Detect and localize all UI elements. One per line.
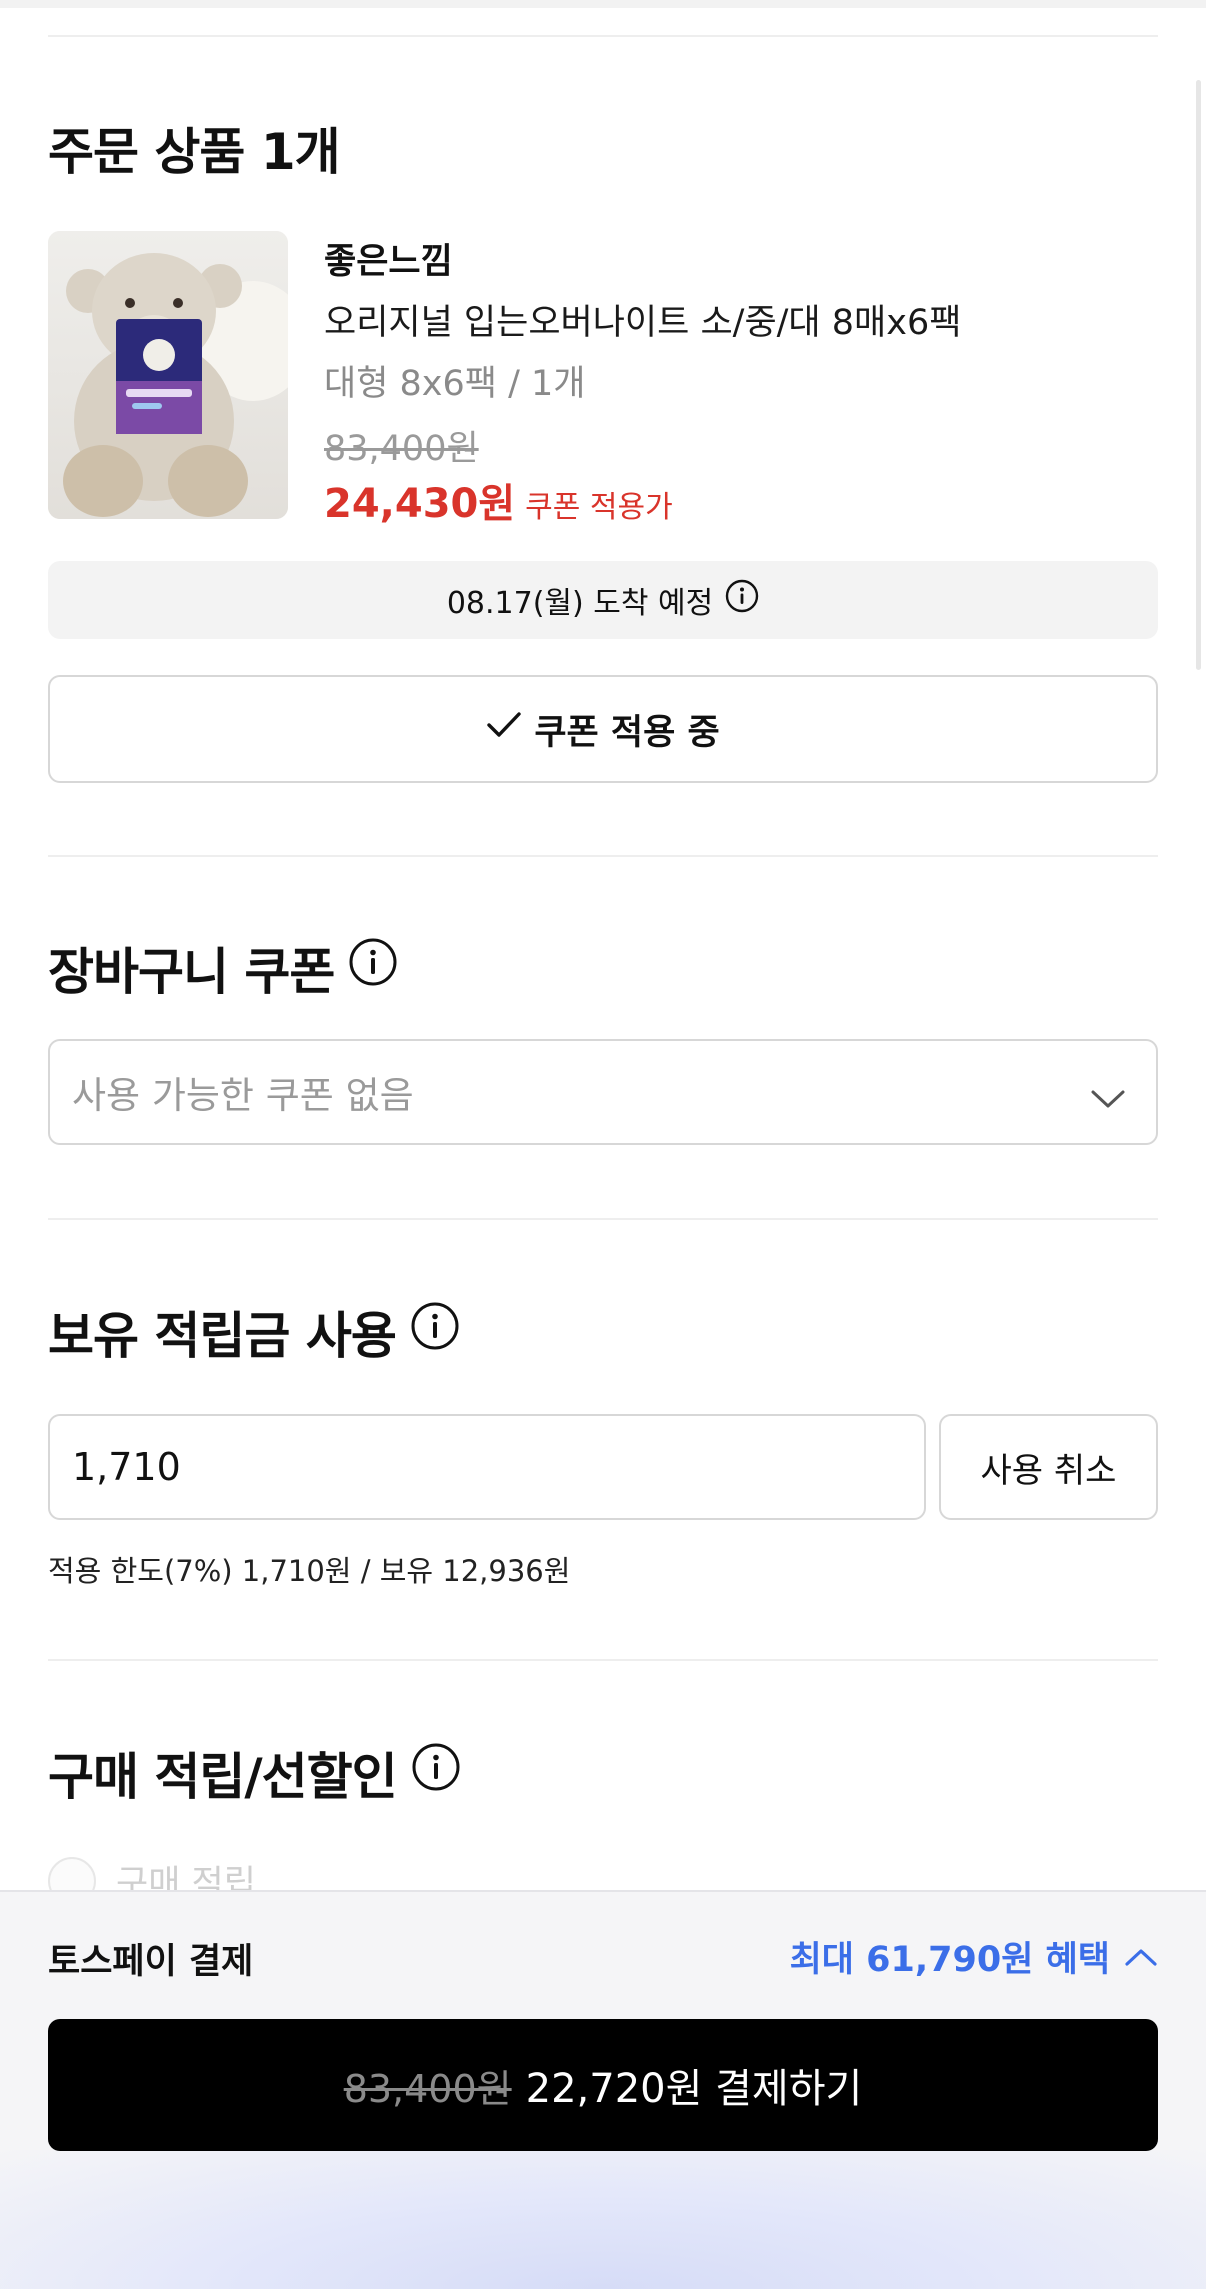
cart-coupon-select[interactable]: 사용 가능한 쿠폰 없음 <box>48 1039 1158 1145</box>
payment-method-title: 토스페이 결제 <box>48 1942 254 1982</box>
sale-price: 24,430원 <box>324 481 516 527</box>
cart-coupon-placeholder: 사용 가능한 쿠폰 없음 <box>72 1074 414 1117</box>
scrollbar[interactable] <box>1196 80 1201 670</box>
info-icon[interactable] <box>348 937 398 999</box>
chevron-down-icon <box>1090 1077 1126 1120</box>
bottom-glow <box>0 2150 1206 2289</box>
purchase-reward-title: 구매 적립/선할인 <box>48 1737 461 1809</box>
check-icon <box>486 709 522 749</box>
top-strip <box>0 0 1206 8</box>
coupon-applied-button[interactable]: 쿠폰 적용 중 <box>48 675 1158 783</box>
purchase-reward-title-text: 구매 적립/선할인 <box>48 1748 398 1806</box>
product-name: 오리지널 입는오버나이트 소/중/대 8매x6팩 <box>324 303 962 343</box>
original-price: 83,400원 <box>324 429 479 469</box>
cart-coupon-title: 장바구니 쿠폰 <box>48 932 398 1004</box>
divider <box>48 1218 1158 1220</box>
points-input[interactable]: 1,710 <box>48 1414 926 1520</box>
benefit-text: 최대 61,790원 혜택 <box>789 1940 1110 1980</box>
sale-price-note: 쿠폰 적용가 <box>525 490 673 525</box>
chevron-up-icon <box>1124 1937 1158 1977</box>
points-title: 보유 적립금 사용 <box>48 1296 460 1368</box>
delivery-text: 08.17(월) 도착 예정 <box>446 586 714 621</box>
info-icon[interactable] <box>411 1742 461 1804</box>
teddy-bear-product-photo <box>48 231 288 519</box>
divider <box>48 35 1158 37</box>
pay-button[interactable]: 83,400원 22,720원 결제하기 <box>48 2019 1158 2151</box>
info-icon[interactable] <box>410 1301 460 1363</box>
points-title-text: 보유 적립금 사용 <box>48 1307 397 1365</box>
product-image <box>48 231 288 519</box>
points-input-value: 1,710 <box>72 1445 181 1489</box>
points-cancel-label: 사용 취소 <box>980 1450 1117 1491</box>
product-option: 대형 8x6팩 / 1개 <box>324 364 586 404</box>
cart-coupon-title-text: 장바구니 쿠폰 <box>48 943 335 1001</box>
coupon-applied-label: 쿠폰 적용 중 <box>534 712 720 753</box>
info-icon[interactable] <box>725 579 759 621</box>
benefit-toggle[interactable]: 최대 61,790원 혜택 <box>790 1931 1158 1982</box>
delivery-estimate: 08.17(월) 도착 예정 <box>48 561 1158 639</box>
sale-price-row: 24,430원 쿠폰 적용가 <box>324 471 673 529</box>
divider <box>48 855 1158 857</box>
order-section-title: 주문 상품 1개 <box>48 123 341 181</box>
pay-button-label: 22,720원 결제하기 <box>525 2066 863 2112</box>
divider <box>48 1659 1158 1661</box>
points-cancel-button[interactable]: 사용 취소 <box>939 1414 1158 1520</box>
pay-button-original-price: 83,400원 <box>343 2066 512 2111</box>
product-brand: 좋은느낌 <box>324 242 453 282</box>
points-limit-text: 적용 한도(7%) 1,710원 / 보유 12,936원 <box>48 1554 571 1588</box>
